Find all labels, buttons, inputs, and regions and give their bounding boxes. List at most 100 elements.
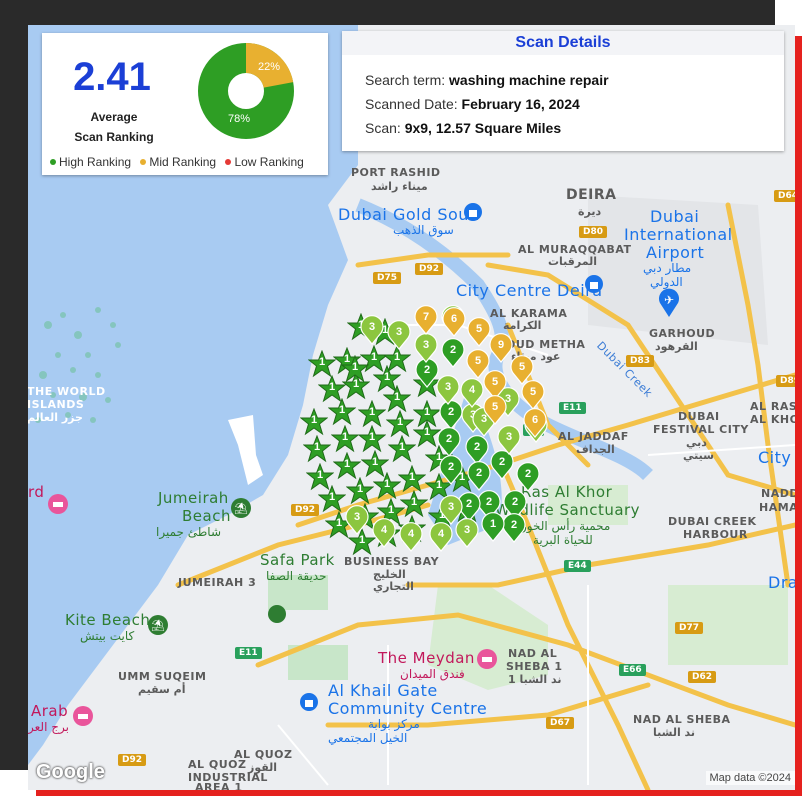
rank-value: 1 <box>408 471 416 483</box>
label-jumeirah-beach-ar: شاطئ جميرا <box>156 525 222 539</box>
label-airport-2: International <box>624 225 733 244</box>
rank-pin-marker[interactable]: 3 <box>358 315 386 345</box>
label-karama-ar: الكرامة <box>503 319 542 332</box>
rank-pin-marker[interactable]: 2 <box>514 462 542 492</box>
map-data-attribution[interactable]: Map data ©2024 <box>705 771 795 785</box>
rank-value: 1 <box>371 456 379 468</box>
rank-pin-marker[interactable]: 3 <box>343 505 371 535</box>
rank-star-marker[interactable]: 1 <box>302 434 332 465</box>
rank-pin-marker[interactable]: 4 <box>427 522 455 552</box>
label-airport-ar-1: مطار دبي <box>643 261 692 275</box>
label-safa-park: Safa Park <box>260 551 335 569</box>
rank-value: 1 <box>489 518 497 530</box>
rank-value: 1 <box>410 496 418 508</box>
rank-pin-marker[interactable]: 2 <box>439 338 467 368</box>
label-nadd: NADD <box>761 487 795 500</box>
rank-value: 5 <box>491 376 499 388</box>
hotel-icon[interactable] <box>48 494 68 514</box>
label-festival-ar-1: دبي <box>686 436 707 449</box>
label-rd: rd <box>28 483 45 501</box>
rank-value: 1 <box>343 458 351 470</box>
label-port-rashid-ar: ميناء راشد <box>371 180 428 193</box>
rank-star-marker[interactable]: 1 <box>299 407 329 438</box>
label-nad-al-sheba: NAD AL SHEBA <box>633 713 731 726</box>
rank-star-marker[interactable]: 1 <box>387 434 417 465</box>
rank-value: 1 <box>368 406 376 418</box>
rank-value: 1 <box>313 441 321 453</box>
road-badge: E11 <box>235 647 262 659</box>
road-badge: D77 <box>675 622 703 634</box>
label-kite-beach-ar: كايت بيتش <box>80 629 135 643</box>
label-gold-souk: Dubai Gold Souk <box>338 205 479 224</box>
label-deira: DEIRA <box>566 187 617 203</box>
rank-star-marker[interactable]: 1 <box>327 397 357 428</box>
rank-value: 4 <box>437 528 445 540</box>
label-jaddaf-ar: الجداف <box>576 443 615 456</box>
rank-value: 1 <box>393 391 401 403</box>
label-deira-ar: ديرة <box>578 205 602 218</box>
rank-pin-marker[interactable]: 4 <box>397 522 425 552</box>
rank-value: 4 <box>380 524 388 536</box>
label-meydan: The Meydan <box>378 649 475 667</box>
rank-pin-marker[interactable]: 6 <box>521 408 549 438</box>
rank-pin-marker[interactable]: 3 <box>385 320 413 350</box>
label-nad-al-sheba-ar: ند الشبا <box>653 726 696 739</box>
rank-pin-marker[interactable]: 6 <box>440 307 468 337</box>
rank-pin-marker[interactable]: 7 <box>412 305 440 335</box>
rank-star-marker[interactable]: 1 <box>330 424 360 455</box>
beach-icon[interactable]: ⛱ <box>231 498 251 518</box>
hotel-icon[interactable] <box>477 649 497 669</box>
label-jumeirah-beach-1: Jumeirah <box>158 489 229 507</box>
rank-pin-marker[interactable]: 4 <box>370 518 398 548</box>
legend-high: High Ranking <box>50 155 131 169</box>
rank-star-marker[interactable]: 1 <box>340 354 370 385</box>
road-badge: D92 <box>415 263 443 275</box>
label-umm-suqeim: UMM SUQEIM <box>118 670 207 683</box>
rank-pin-marker[interactable]: 9 <box>487 333 515 363</box>
shopping-bag-icon[interactable] <box>585 275 603 293</box>
label-jaddaf: AL JADDAF <box>558 430 629 443</box>
road-badge: D62 <box>688 671 716 683</box>
beach-icon[interactable]: ⛱ <box>148 615 168 635</box>
road-badge: D83 <box>626 355 654 367</box>
label-khail-ar-2: الخيل المجتمعي <box>328 731 408 745</box>
rank-pin-marker[interactable]: 3 <box>412 333 440 363</box>
road-badge: D89 <box>776 375 795 387</box>
average-ranking-label: Average Scan Ranking <box>54 107 174 147</box>
rank-value: 1 <box>341 431 349 443</box>
legend-dot-high <box>50 159 56 166</box>
rank-pin-marker[interactable]: 3 <box>495 425 523 455</box>
label-airport-3: Airport <box>646 243 705 262</box>
hotel-icon[interactable] <box>73 706 93 726</box>
road-badge: E66 <box>619 664 646 676</box>
road-badge: D67 <box>546 717 574 729</box>
average-label-line1: Average <box>90 110 138 124</box>
rank-value: 1 <box>328 491 336 503</box>
rank-value: 3 <box>353 511 361 523</box>
label-jumeirah-beach-2: Beach <box>182 507 231 525</box>
label-umm-suqeim-ar: أم سقيم <box>138 683 186 696</box>
label-khail-ar-1: مركز بوابة <box>368 717 420 731</box>
rank-pin-marker[interactable]: 5 <box>481 395 509 425</box>
legend-mid-label: Mid Ranking <box>149 155 217 169</box>
label-al-quoz-ind-1: AL QUOZ <box>188 758 247 771</box>
label-dcc-2: HARBOUR <box>683 528 748 541</box>
svg-text:⛱: ⛱ <box>151 619 165 632</box>
donut-high-label: 78% <box>228 113 250 125</box>
airport-icon[interactable]: ✈ <box>657 287 681 317</box>
rank-value: 3 <box>505 431 513 443</box>
rank-pin-marker[interactable]: 1 <box>479 512 507 542</box>
rank-value: 1 <box>310 414 318 426</box>
label-gold-souk-ar: سوق الذهب <box>393 223 454 237</box>
rank-pin-marker[interactable]: 2 <box>437 455 465 485</box>
rank-value: 3 <box>368 321 376 333</box>
rank-value: 2 <box>447 461 455 473</box>
shopping-bag-icon[interactable] <box>300 693 318 711</box>
park-icon <box>268 605 286 623</box>
rank-pin-marker[interactable]: 3 <box>437 495 465 525</box>
label-drag: Drag <box>768 573 795 592</box>
label-city-centre: City Centre Deira <box>456 281 603 300</box>
label-business-bay-ar-2: التجاري <box>373 580 414 593</box>
label-nad-sheba-1: NAD AL <box>508 647 558 660</box>
shopping-bag-icon[interactable] <box>464 203 482 221</box>
